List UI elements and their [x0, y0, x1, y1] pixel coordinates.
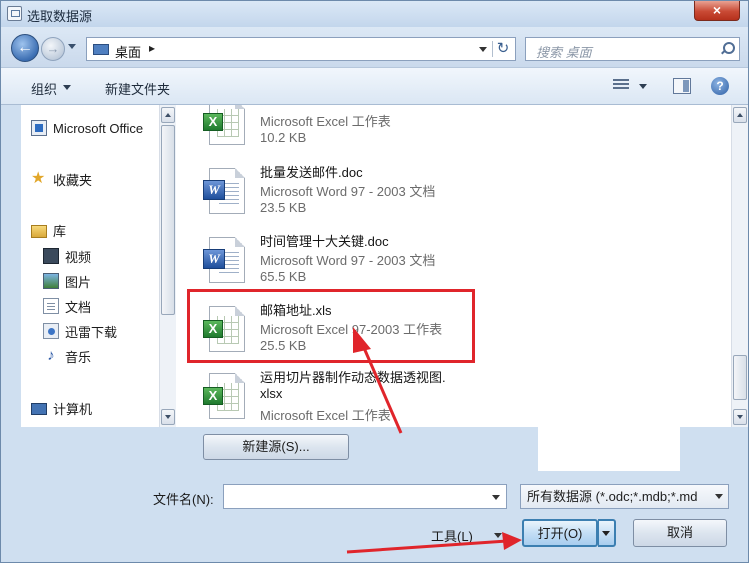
nav-item-documents[interactable]: 文档 [43, 295, 91, 317]
navigation-pane: Microsoft Office ★ 收藏夹 库 视频 图片 文档 迅雷下载 ♪ [21, 105, 179, 427]
file-name: 批量发送邮件.doc [260, 165, 363, 180]
scroll-down-button[interactable] [733, 409, 747, 425]
file-name: 运用切片器制作动态数据透视图. [260, 370, 446, 385]
nav-item-computer[interactable]: 计算机 [31, 397, 92, 419]
picture-icon [43, 273, 59, 289]
library-folder-icon [31, 224, 47, 238]
file-size: 10.2 KB [260, 130, 307, 145]
nav-item-libraries[interactable]: 库 [31, 219, 66, 241]
file-type: Microsoft Word 97 - 2003 文档 [260, 184, 436, 199]
file-item[interactable]: X Microsoft Excel 工作表 10.2 KB [201, 105, 501, 155]
change-view-icon[interactable] [613, 79, 629, 93]
document-icon [43, 298, 59, 314]
organize-button[interactable]: 组织 [31, 79, 57, 98]
help-icon[interactable]: ? [711, 77, 729, 95]
office-icon [31, 120, 47, 136]
search-input[interactable]: 搜索 桌面 [525, 37, 740, 61]
file-name-continued: xlsx [260, 386, 283, 401]
cancel-button[interactable]: 取消 [633, 519, 727, 547]
star-icon: ★ [31, 170, 46, 187]
file-type: Microsoft Excel 工作表 [260, 408, 391, 423]
nav-item-label: 文档 [65, 299, 92, 315]
nav-item-label: 图片 [65, 274, 92, 290]
file-type: Microsoft Word 97 - 2003 文档 [260, 253, 436, 268]
address-separator [492, 41, 493, 57]
chevron-down-icon[interactable] [715, 494, 723, 499]
search-icon[interactable] [720, 42, 735, 55]
new-folder-button[interactable]: 新建文件夹 [105, 79, 170, 98]
preview-pane-icon[interactable] [673, 78, 691, 94]
organize-dropdown-arrow[interactable] [63, 85, 71, 90]
forward-button[interactable]: → [41, 37, 65, 61]
excel-file-icon: X [203, 373, 249, 419]
arrow-to-open [346, 539, 508, 554]
search-placeholder: 搜索 桌面 [536, 45, 592, 60]
new-source-button[interactable]: 新建源(S)... [203, 434, 349, 460]
open-button[interactable]: 打开(O) [522, 519, 598, 547]
scroll-up-button[interactable] [161, 107, 175, 123]
filename-label: 文件名(N): [153, 492, 214, 507]
nav-item-label: 收藏夹 [53, 172, 93, 188]
file-size: 23.5 KB [260, 200, 307, 215]
nav-item-label: 迅雷下载 [65, 324, 118, 340]
word-file-icon: W [203, 168, 249, 214]
breadcrumb-arrow-icon[interactable]: ▸ [149, 41, 155, 55]
nav-item-label: 视频 [65, 249, 92, 265]
recent-locations-dropdown[interactable] [68, 44, 76, 49]
scroll-down-button[interactable] [161, 409, 175, 425]
nav-item-label: 计算机 [53, 401, 93, 417]
excel-file-icon: X [203, 105, 249, 145]
word-file-icon: W [203, 237, 249, 283]
download-folder-icon [43, 323, 59, 339]
nav-item-thunder-downloads[interactable]: 迅雷下载 [43, 320, 117, 342]
address-location[interactable]: 桌面 [115, 42, 141, 61]
nav-item-favorites[interactable]: ★ 收藏夹 [31, 168, 92, 190]
blank-overlay [538, 351, 680, 471]
tools-dropdown-arrow[interactable] [494, 533, 502, 538]
tools-menu[interactable]: 工具(L) [431, 526, 473, 545]
scrollbar-thumb[interactable] [733, 355, 747, 400]
arrow-head-open [502, 532, 522, 550]
file-type-select[interactable]: 所有数据源 (*.odc;*.mdb;*.md [520, 484, 729, 509]
file-name: 时间管理十大关键.doc [260, 234, 389, 249]
file-type: Microsoft Excel 工作表 [260, 114, 391, 129]
navigation-scrollbar[interactable] [159, 105, 176, 427]
address-dropdown-arrow[interactable] [479, 47, 487, 52]
file-item[interactable]: W 时间管理十大关键.doc Microsoft Word 97 - 2003 … [201, 231, 501, 293]
address-bar[interactable]: 桌面 ▸ ↻ [86, 37, 516, 61]
nav-item-label: 库 [53, 223, 67, 239]
video-icon [43, 248, 59, 264]
dialog-title: 选取数据源 [27, 9, 93, 24]
select-data-source-dialog: 选取数据源 × ← → 桌面 ▸ ↻ 搜索 桌面 组织 新建文件夹 ? Micr… [0, 0, 749, 563]
selection-highlight-annotation [187, 289, 475, 363]
view-dropdown-arrow[interactable] [639, 84, 647, 89]
scrollbar-thumb[interactable] [161, 125, 175, 315]
nav-item-label: Microsoft Office [53, 120, 144, 136]
close-button[interactable]: × [694, 1, 740, 21]
nav-item-videos[interactable]: 视频 [43, 245, 91, 267]
computer-icon [31, 403, 47, 415]
file-item[interactable]: X 运用切片器制作动态数据透视图. xlsx Microsoft Excel 工… [201, 367, 501, 427]
title-bar: 选取数据源 × [1, 1, 748, 27]
open-options-dropdown[interactable] [598, 519, 616, 547]
nav-item-label: 音乐 [65, 349, 92, 365]
nav-item-pictures[interactable]: 图片 [43, 270, 91, 292]
refresh-icon[interactable]: ↻ [495, 40, 511, 58]
nav-item-music[interactable]: ♪ 音乐 [43, 345, 91, 367]
back-button[interactable]: ← [11, 34, 39, 62]
file-list-scrollbar[interactable] [731, 105, 748, 427]
address-row: ← → 桌面 ▸ ↻ 搜索 桌面 [1, 27, 748, 67]
toolbar: 组织 新建文件夹 ? [1, 67, 748, 105]
music-icon: ♪ [47, 347, 55, 364]
scroll-up-button[interactable] [733, 107, 747, 123]
file-item[interactable]: W 批量发送邮件.doc Microsoft Word 97 - 2003 文档… [201, 162, 501, 224]
nav-item-microsoft-office[interactable]: Microsoft Office [31, 117, 143, 139]
filename-input[interactable] [223, 484, 507, 509]
desktop-icon [93, 44, 109, 55]
dialog-icon [7, 6, 22, 21]
file-size: 65.5 KB [260, 269, 307, 284]
